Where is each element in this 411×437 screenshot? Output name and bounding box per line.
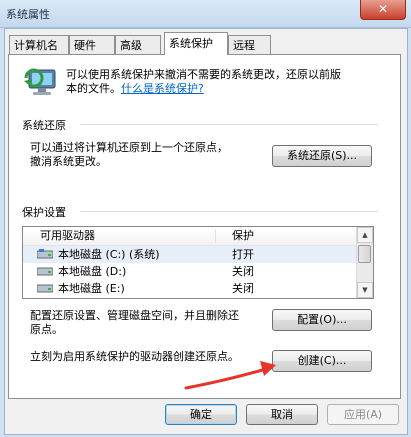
drive-list-scrollbar[interactable]: ▲ ▼: [356, 227, 373, 298]
protection-settings-title: 保护设置: [22, 206, 66, 219]
scroll-down-icon[interactable]: ▼: [357, 282, 373, 298]
protection-settings-divider: [80, 211, 378, 212]
ok-button[interactable]: 确定: [165, 404, 237, 425]
scroll-up-icon[interactable]: ▲: [357, 227, 373, 243]
drive-row-d[interactable]: 本地磁盘 (D:) 关闭: [23, 263, 356, 280]
configure-description-line-2: 原点。: [30, 323, 63, 336]
system-restore-button[interactable]: 系统还原(S)...: [272, 145, 372, 167]
restore-description-line-2: 撤消系统更改。: [30, 155, 107, 168]
column-divider: [215, 229, 216, 243]
system-drive-icon: [36, 249, 54, 262]
configure-button[interactable]: 配置(O)...: [272, 309, 372, 331]
title-bar: [0, 0, 411, 28]
intro-line-2: 本的文件。什么是系统保护?: [66, 82, 204, 96]
column-protection[interactable]: 保护: [232, 227, 254, 245]
close-button[interactable]: ✕: [360, 0, 406, 20]
tab-remote[interactable]: 远程: [228, 35, 271, 54]
what-is-system-protection-link[interactable]: 什么是系统保护?: [121, 82, 204, 95]
tab-hardware[interactable]: 硬件: [69, 35, 115, 54]
drive-name: 本地磁盘 (E:): [58, 282, 125, 295]
tab-computer-name[interactable]: 计算机名: [9, 35, 69, 54]
system-restore-divider: [80, 124, 378, 125]
annotation-arrow-icon: [184, 361, 276, 390]
drive-protection-status: 打开: [232, 248, 254, 261]
drive-list-header: 可用驱动器 保护: [23, 227, 356, 246]
drive-row-c[interactable]: 本地磁盘 (C:) (系统) 打开: [23, 246, 356, 263]
drive-row-e[interactable]: 本地磁盘 (E:) 关闭: [23, 280, 356, 297]
apply-button[interactable]: 应用(A): [327, 404, 399, 425]
tab-system-protection[interactable]: 系统保护: [164, 32, 228, 55]
drive-protection-status: 关闭: [232, 265, 254, 278]
system-protection-icon: [24, 64, 60, 100]
scroll-thumb[interactable]: [358, 245, 371, 263]
window-title: 系统属性: [6, 8, 50, 21]
drive-list[interactable]: 可用驱动器 保护 本地磁盘 (C:) (系统) 打开 本地磁盘 (D:) 关闭 …: [22, 226, 374, 299]
drive-protection-status: 关闭: [232, 282, 254, 295]
drive-name: 本地磁盘 (D:): [58, 265, 127, 278]
drive-icon: [36, 283, 54, 296]
configure-description-line-1: 配置还原设置、管理磁盘空间，并且删除还: [30, 309, 239, 322]
restore-description-line-1: 可以通过将计算机还原到上一个还原点，: [30, 141, 228, 154]
cancel-button[interactable]: 取消: [246, 404, 318, 425]
system-restore-title: 系统还原: [22, 119, 66, 132]
intro-line-1: 可以使用系统保护来撤消不需要的系统更改，还原以前版: [66, 68, 341, 81]
drive-name: 本地磁盘 (C:) (系统): [58, 248, 160, 261]
drive-icon: [36, 266, 54, 279]
column-available-drives[interactable]: 可用驱动器: [40, 227, 95, 245]
tab-advanced[interactable]: 高级: [115, 35, 161, 54]
intro-line-2-prefix: 本的文件。: [66, 82, 121, 95]
